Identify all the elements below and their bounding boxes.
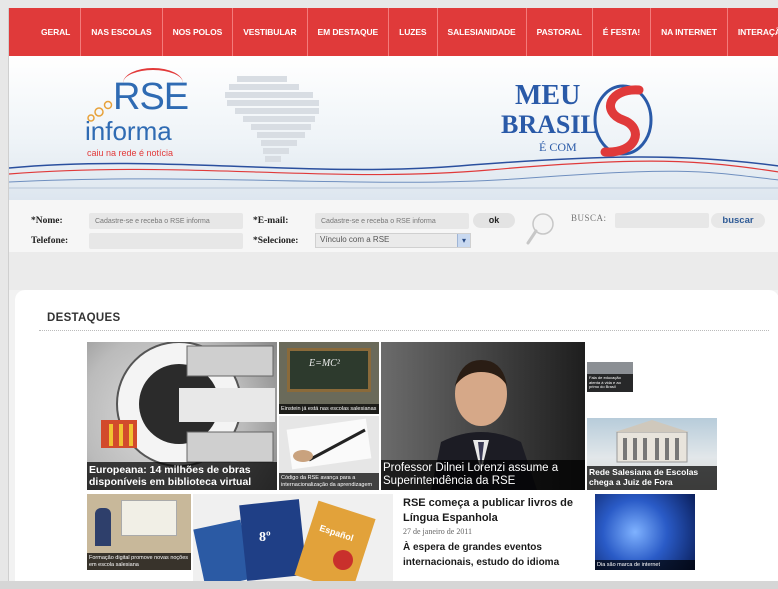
search-input[interactable] xyxy=(615,213,709,228)
section-title: DESTAQUES xyxy=(47,312,121,324)
dotted-divider xyxy=(39,330,769,331)
news-tile-lorenzi[interactable]: Professor Dilnei Lorenzi assume a Superi… xyxy=(381,342,585,490)
books-image xyxy=(193,499,376,589)
tile-caption: Formação digital promove novas noções em… xyxy=(87,553,191,570)
ok-button[interactable]: ok xyxy=(473,213,515,228)
destaques-section: DESTAQUES Europeana: 14 milhões de obras… xyxy=(15,290,778,589)
buscar-button[interactable]: buscar xyxy=(711,213,765,228)
spacer-band xyxy=(9,252,778,290)
rse-logo-subtitle: informa xyxy=(85,116,172,146)
tile-caption: Rede Salesiana de Escolas chega a Juiz d… xyxy=(587,466,717,490)
selecione-label: *Selecione: xyxy=(253,236,299,246)
tile-caption: Europeana: 14 milhões de obras disponíve… xyxy=(87,461,277,490)
brasil-logo-line1: MEU xyxy=(515,80,581,111)
featured-story[interactable]: RSE começa a publicar livros de Língua E… xyxy=(403,496,588,570)
nav-nos-polos[interactable]: NOS POLOS xyxy=(163,8,234,56)
book-grade: 8º xyxy=(259,530,271,545)
tile-caption: Professor Dilnei Lorenzi assume a Superi… xyxy=(381,459,585,490)
news-tile-codigo[interactable]: Código da RSE avança para a internaciona… xyxy=(279,416,379,490)
formula-text: E=MC² xyxy=(309,358,340,369)
main-nav: GERAL NAS ESCOLAS NOS POLOS VESTIBULAR E… xyxy=(9,8,778,56)
nome-label: *Nome: xyxy=(31,216,63,226)
email-input[interactable]: Cadastre-se e receba o RSE informa xyxy=(315,213,469,229)
tile-caption: Fala de educação atenta à vida e ao prim… xyxy=(587,374,633,392)
news-tile-europeana[interactable]: Europeana: 14 milhões de obras disponíve… xyxy=(87,342,277,490)
nav-em-destaque[interactable]: EM DESTAQUE xyxy=(308,8,390,56)
magnifier-icon xyxy=(526,213,554,245)
browser-frame: GERAL NAS ESCOLAS NOS POLOS VESTIBULAR E… xyxy=(8,8,778,589)
news-tile-internet[interactable]: Dia são marca de internet xyxy=(595,494,695,570)
nav-luzes[interactable]: LUZES xyxy=(389,8,438,56)
news-tile-livros-espanhol[interactable]: 8º Español xyxy=(193,494,393,589)
email-label: *E-mail: xyxy=(253,216,289,226)
story-title[interactable]: RSE começa a publicar livros de Língua E… xyxy=(403,496,588,526)
news-tile-juiz-de-fora[interactable]: Rede Salesiana de Escolas chega a Juiz d… xyxy=(587,418,717,490)
nome-input[interactable]: Cadastre-se e receba o RSE informa xyxy=(89,213,243,229)
nav-interacao[interactable]: INTERAÇÃO xyxy=(728,8,778,56)
nav-geral[interactable]: GERAL xyxy=(31,8,82,56)
browser-bottom-edge xyxy=(0,581,778,589)
newsletter-form: *Nome: Cadastre-se e receba o RSE inform… xyxy=(9,200,778,252)
busca-label: BUSCA: xyxy=(571,213,607,223)
tile-caption: Einstein já está nas escolas salesianas xyxy=(279,403,379,414)
vinculo-select[interactable]: Vínculo com a RSE ▾ xyxy=(315,233,471,248)
news-tile-einstein[interactable]: E=MC² Einstein já está nas escolas sales… xyxy=(279,342,379,414)
nav-nas-escolas[interactable]: NAS ESCOLAS xyxy=(81,8,163,56)
nav-na-internet[interactable]: NA INTERNET xyxy=(651,8,728,56)
nav-e-festa[interactable]: É FESTA! xyxy=(593,8,652,56)
chevron-down-icon[interactable]: ▾ xyxy=(457,234,470,247)
brasil-logo-line2: BRASIL xyxy=(501,110,598,139)
tile-caption: Dia são marca de internet xyxy=(595,559,695,570)
tile-caption: Código da RSE avança para a internaciona… xyxy=(279,473,379,490)
nav-salesianidade[interactable]: SALESIANIDADE xyxy=(438,8,527,56)
site-header: RSE informa caiu na rede é notícia MEU B… xyxy=(9,56,778,200)
story-summary: À espera de grandes eventos internaciona… xyxy=(403,541,560,568)
nav-vestibular[interactable]: VESTIBULAR xyxy=(233,8,308,56)
news-tile-brasil-small[interactable]: Fala de educação atenta à vida e ao prim… xyxy=(587,362,633,392)
nav-pastoral[interactable]: PASTORAL xyxy=(527,8,593,56)
telefone-label: Telefone: xyxy=(31,236,69,246)
header-waves xyxy=(9,156,778,189)
rse-logo-title: RSE xyxy=(113,76,189,118)
telefone-input[interactable] xyxy=(89,233,243,249)
select-value: Vínculo com a RSE xyxy=(320,235,390,244)
story-date: 27 de janeiro de 2011 xyxy=(403,526,473,536)
news-tile-formacao[interactable]: Formação digital promove novas noções em… xyxy=(87,494,191,570)
